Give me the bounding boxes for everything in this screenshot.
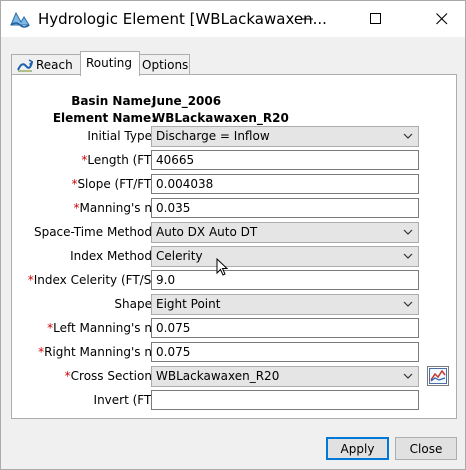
close-window-button[interactable] — [419, 1, 465, 37]
tab-reach-label: Reach — [36, 58, 73, 72]
invert-input[interactable] — [151, 390, 419, 410]
tab-routing-label: Routing — [86, 56, 133, 70]
length-label: *Length (FT) — [81, 153, 156, 167]
initial-type-select[interactable]: Discharge = Inflow — [151, 126, 419, 147]
close-button[interactable]: Close — [395, 437, 457, 460]
maximize-button[interactable] — [353, 1, 399, 37]
index-method-row: Index Method: Celerity — [12, 246, 456, 268]
length-input[interactable]: 40665 — [151, 150, 419, 170]
index-celerity-label: *Index Celerity (FT/S) — [27, 273, 156, 287]
shape-label: Shape: — [114, 297, 156, 311]
mannings-n-row: *Manning's n: 0.035 — [12, 198, 456, 220]
slope-input[interactable]: 0.004038 — [151, 174, 419, 194]
tab-reach[interactable]: Reach — [11, 54, 81, 75]
space-time-method-select[interactable]: Auto DX Auto DT — [151, 222, 419, 243]
initial-type-label: Initial Type: — [87, 129, 156, 143]
basin-name-label: Basin Name: — [71, 94, 156, 108]
shape-select[interactable]: Eight Point — [151, 294, 419, 315]
right-mannings-n-label: *Right Manning's n: — [38, 345, 156, 359]
index-method-label: Index Method: — [70, 249, 156, 263]
space-time-method-label: Space-Time Method: — [33, 225, 156, 239]
left-mannings-n-input[interactable]: 0.075 — [151, 318, 419, 338]
cross-section-row: *Cross Section: WBLackawaxen_R20 — [12, 366, 456, 388]
index-celerity-input[interactable]: 9.0 — [151, 270, 419, 290]
initial-type-row: Initial Type: Discharge = Inflow — [12, 126, 456, 148]
index-celerity-row: *Index Celerity (FT/S) 9.0 — [12, 270, 456, 292]
apply-button[interactable]: Apply — [326, 437, 389, 460]
tab-options-label: Options — [142, 58, 189, 72]
length-row: *Length (FT) 40665 — [12, 150, 456, 172]
routing-panel: Basin Name: June_2006 Element Name: WBLa… — [11, 74, 457, 419]
mannings-n-input[interactable]: 0.035 — [151, 198, 419, 218]
basin-name-value: June_2006 — [152, 94, 222, 108]
space-time-method-value: Auto DX Auto DT — [156, 225, 258, 239]
shape-row: Shape: Eight Point — [12, 294, 456, 316]
initial-type-value: Discharge = Inflow — [156, 129, 270, 143]
shape-value: Eight Point — [156, 297, 221, 311]
reach-icon — [17, 59, 34, 75]
slope-label: *Slope (FT/FT) — [71, 177, 156, 191]
title-bar[interactable]: Hydrologic Element [WBLackawaxen... — [1, 1, 465, 37]
index-method-value: Celerity — [156, 249, 203, 263]
chevron-down-icon — [403, 229, 413, 235]
chevron-down-icon — [403, 133, 413, 139]
text-cursor-icon — [216, 258, 229, 276]
invert-row: Invert (FT) — [12, 390, 456, 412]
minimize-button[interactable] — [285, 1, 331, 37]
left-mannings-n-label: *Left Manning's n: — [47, 321, 156, 335]
left-mannings-n-row: *Left Manning's n: 0.075 — [12, 318, 456, 340]
element-name-label: Element Name: — [52, 111, 156, 125]
hydrologic-element-icon — [10, 10, 30, 28]
index-method-select[interactable]: Celerity — [151, 246, 419, 267]
element-name-value: WBLackawaxen_R20 — [152, 111, 289, 125]
space-time-method-row: Space-Time Method: Auto DX Auto DT — [12, 222, 456, 244]
tab-routing[interactable]: Routing — [80, 51, 140, 76]
invert-label: Invert (FT) — [93, 393, 156, 407]
chevron-down-icon — [403, 373, 413, 379]
tab-options[interactable]: Options — [138, 54, 190, 75]
chevron-down-icon — [403, 301, 413, 307]
line-chart-icon — [429, 368, 447, 384]
mannings-n-label: *Manning's n: — [73, 201, 157, 215]
right-mannings-n-input[interactable]: 0.075 — [151, 342, 419, 362]
window-title: Hydrologic Element [WBLackawaxen... — [38, 10, 327, 28]
slope-row: *Slope (FT/FT) 0.004038 — [12, 174, 456, 196]
cross-section-select[interactable]: WBLackawaxen_R20 — [151, 366, 419, 387]
cross-section-value: WBLackawaxen_R20 — [156, 369, 280, 383]
chevron-down-icon — [403, 253, 413, 259]
cross-section-label: *Cross Section: — [64, 369, 156, 383]
hydrologic-element-window: Hydrologic Element [WBLackawaxen... Reac… — [0, 0, 466, 470]
right-mannings-n-row: *Right Manning's n: 0.075 — [12, 342, 456, 364]
cross-section-plot-button[interactable] — [427, 366, 449, 386]
